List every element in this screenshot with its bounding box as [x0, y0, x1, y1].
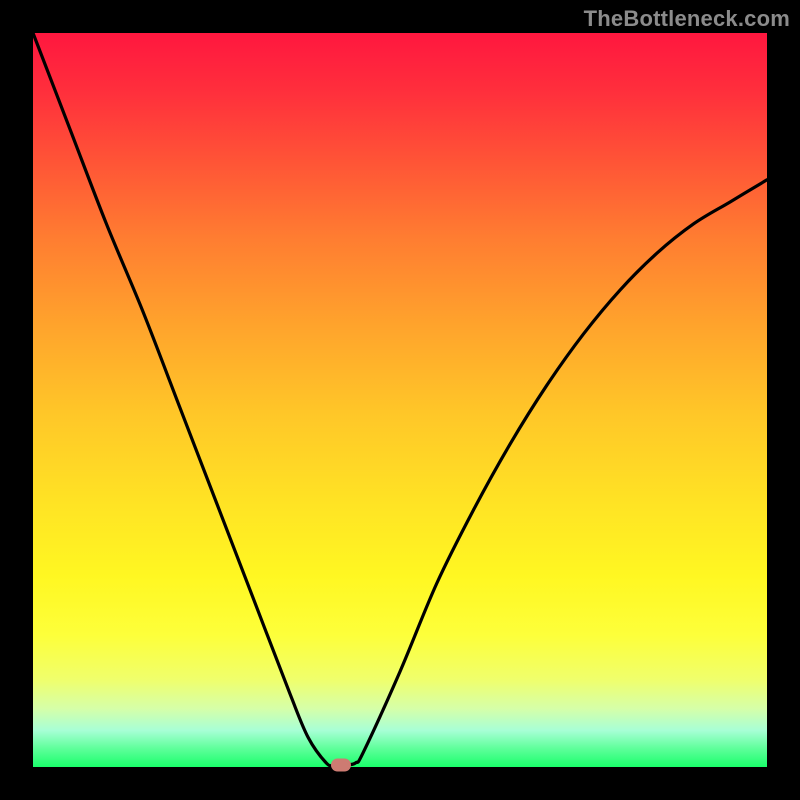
- plot-area: [33, 33, 767, 767]
- chart-frame: TheBottleneck.com: [0, 0, 800, 800]
- minimum-marker: [331, 758, 351, 771]
- bottleneck-curve: [33, 33, 767, 767]
- watermark-text: TheBottleneck.com: [584, 6, 790, 32]
